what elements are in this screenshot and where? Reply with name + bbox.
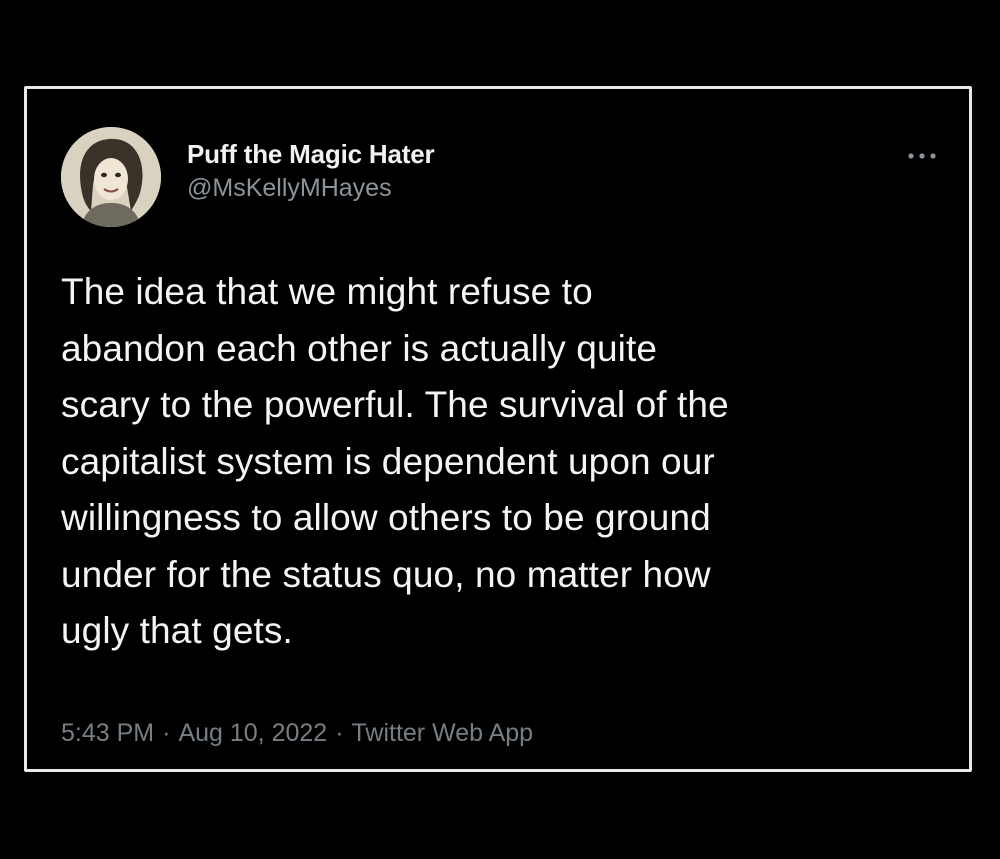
- user-handle[interactable]: @MsKellyMHayes: [187, 172, 434, 204]
- tweet-source[interactable]: Twitter Web App: [352, 719, 534, 747]
- separator: ·: [162, 719, 171, 747]
- tweet-card: Puff the Magic Hater @MsKellyMHayes The …: [24, 86, 972, 772]
- display-name[interactable]: Puff the Magic Hater: [187, 139, 435, 169]
- avatar[interactable]: [61, 127, 161, 227]
- more-horizontal-icon[interactable]: [905, 149, 939, 163]
- tweet-text: The idea that we might refuse to abandon…: [61, 271, 729, 651]
- tweet-metadata: 5:43 PM · Aug 10, 2022 · Twitter Web App: [61, 716, 533, 750]
- tweet-time[interactable]: 5:43 PM: [61, 719, 154, 747]
- separator: ·: [335, 719, 344, 747]
- user-info: Puff the Magic Hater @MsKellyMHayes: [187, 139, 435, 204]
- tweet-date[interactable]: Aug 10, 2022: [178, 719, 327, 747]
- avatar-drawing-icon: [61, 127, 161, 227]
